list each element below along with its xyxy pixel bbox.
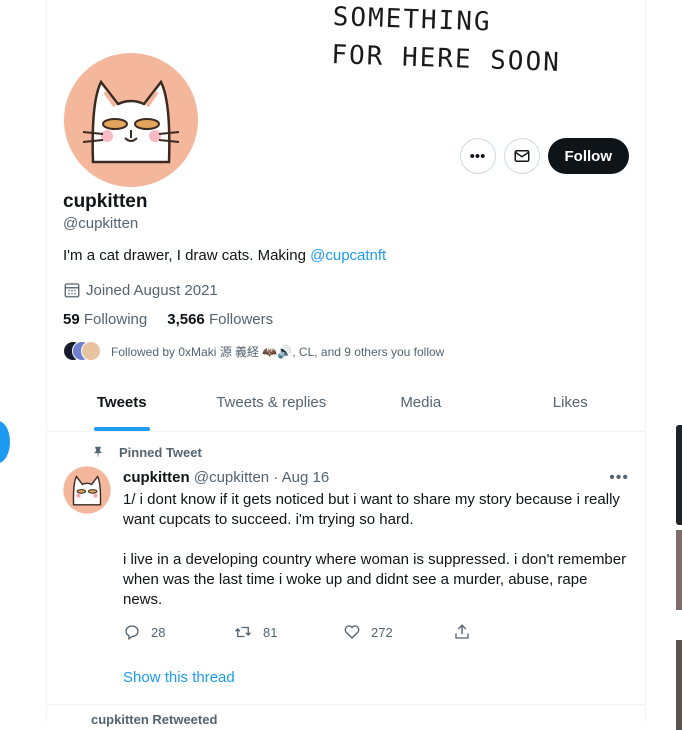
cat-avatar-image xyxy=(63,466,111,514)
tab-media[interactable]: Media xyxy=(346,374,496,431)
reply-icon xyxy=(125,625,139,641)
follow-stats: 59 Following 3,566 Followers xyxy=(63,311,273,328)
profile-avatar[interactable] xyxy=(63,52,199,188)
reply-button[interactable]: 28 xyxy=(123,623,233,641)
retweet-icon xyxy=(235,626,251,638)
tweet-author-avatar[interactable] xyxy=(63,466,111,514)
side-blue-element[interactable] xyxy=(0,421,10,463)
more-icon: ••• xyxy=(469,147,486,165)
banner-handwriting: SOMETHING FOR HERE SOON xyxy=(331,0,563,82)
following-link[interactable]: 59 Following xyxy=(63,311,147,328)
retweet-button[interactable]: 81 xyxy=(233,623,343,641)
tab-tweets[interactable]: Tweets xyxy=(47,374,197,431)
tweet-author-name[interactable]: cupkitten xyxy=(123,469,190,486)
tweet-separator: · xyxy=(269,469,282,486)
profile-column: SOMETHING FOR HERE SOON ••• Follow cupki… xyxy=(46,0,646,727)
bio-text: I'm a cat drawer, I draw cats. Making xyxy=(63,247,311,264)
retweeted-indicator: cupkitten Retweeted xyxy=(91,712,217,727)
following-count: 59 xyxy=(63,311,80,328)
tweet-paragraph: 1/ i dont know if it gets noticed but i … xyxy=(123,491,620,528)
side-edge-strip xyxy=(676,425,682,525)
following-label: Following xyxy=(83,311,148,328)
pinned-label: Pinned Tweet xyxy=(119,444,202,460)
like-count: 272 xyxy=(371,624,393,640)
tweet-header: cupkitten @cupkitten · Aug 16 xyxy=(123,469,329,486)
profile-bio: I'm a cat drawer, I draw cats. Making @c… xyxy=(63,247,386,264)
followers-link[interactable]: 3,566 Followers xyxy=(167,311,273,328)
tweet-text: 1/ i dont know if it gets noticed but i … xyxy=(123,490,629,630)
side-edge-strip xyxy=(676,530,682,610)
tab-likes[interactable]: Likes xyxy=(496,374,646,431)
banner-line-2: FOR HERE SOON xyxy=(330,39,562,78)
tweet-more-button[interactable]: ••• xyxy=(609,469,629,487)
join-date: Joined August 2021 xyxy=(63,281,218,299)
tab-tweets-replies[interactable]: Tweets & replies xyxy=(197,374,347,431)
cat-avatar-image xyxy=(64,53,198,187)
banner-line-1: SOMETHING xyxy=(332,2,493,38)
pinned-tweet[interactable]: Pinned Tweet cupkitten @cupkitten · Aug … xyxy=(47,432,645,705)
pin-icon xyxy=(93,446,103,458)
side-edge-strip xyxy=(676,640,682,730)
followers-label: Followers xyxy=(208,311,274,328)
more-icon: ••• xyxy=(609,469,629,486)
mail-icon xyxy=(514,150,529,162)
tweet-paragraph: i live in a developing country where wom… xyxy=(123,551,627,608)
tweet-author-handle[interactable]: @cupkitten xyxy=(194,469,269,486)
profile-actions: ••• Follow xyxy=(459,138,629,174)
calendar-icon xyxy=(64,283,80,298)
share-icon xyxy=(455,624,469,639)
like-button[interactable]: 272 xyxy=(343,623,453,641)
tweet-actions: 28 81 272 xyxy=(123,623,563,641)
more-options-button[interactable]: ••• xyxy=(459,138,496,174)
heart-icon xyxy=(344,625,360,639)
follower-avatars xyxy=(63,341,101,361)
bio-mention-link[interactable]: @cupcatnft xyxy=(310,247,386,264)
tweet-date[interactable]: Aug 16 xyxy=(282,469,330,486)
retweet-count: 81 xyxy=(263,624,278,640)
retweeted-label: cupkitten Retweeted xyxy=(91,712,218,727)
join-date-text: Joined August 2021 xyxy=(86,281,218,299)
followers-count: 3,566 xyxy=(167,311,205,328)
avatar xyxy=(81,341,101,361)
followed-by-row[interactable]: Followed by 0xMaki 源 義経 🦇🔊, CL, and 9 ot… xyxy=(63,341,444,361)
share-button[interactable] xyxy=(453,623,563,641)
follow-button[interactable]: Follow xyxy=(547,138,629,174)
pinned-indicator: Pinned Tweet xyxy=(91,444,202,460)
profile-tabs: Tweets Tweets & replies Media Likes xyxy=(47,374,645,432)
reply-count: 28 xyxy=(151,624,166,640)
user-handle: @cupkitten xyxy=(63,215,139,232)
message-button[interactable] xyxy=(503,138,540,174)
followed-by-text: Followed by 0xMaki 源 義経 🦇🔊, CL, and 9 ot… xyxy=(111,344,445,359)
show-thread-link[interactable]: Show this thread xyxy=(123,669,235,686)
display-name: cupkitten xyxy=(63,191,148,212)
